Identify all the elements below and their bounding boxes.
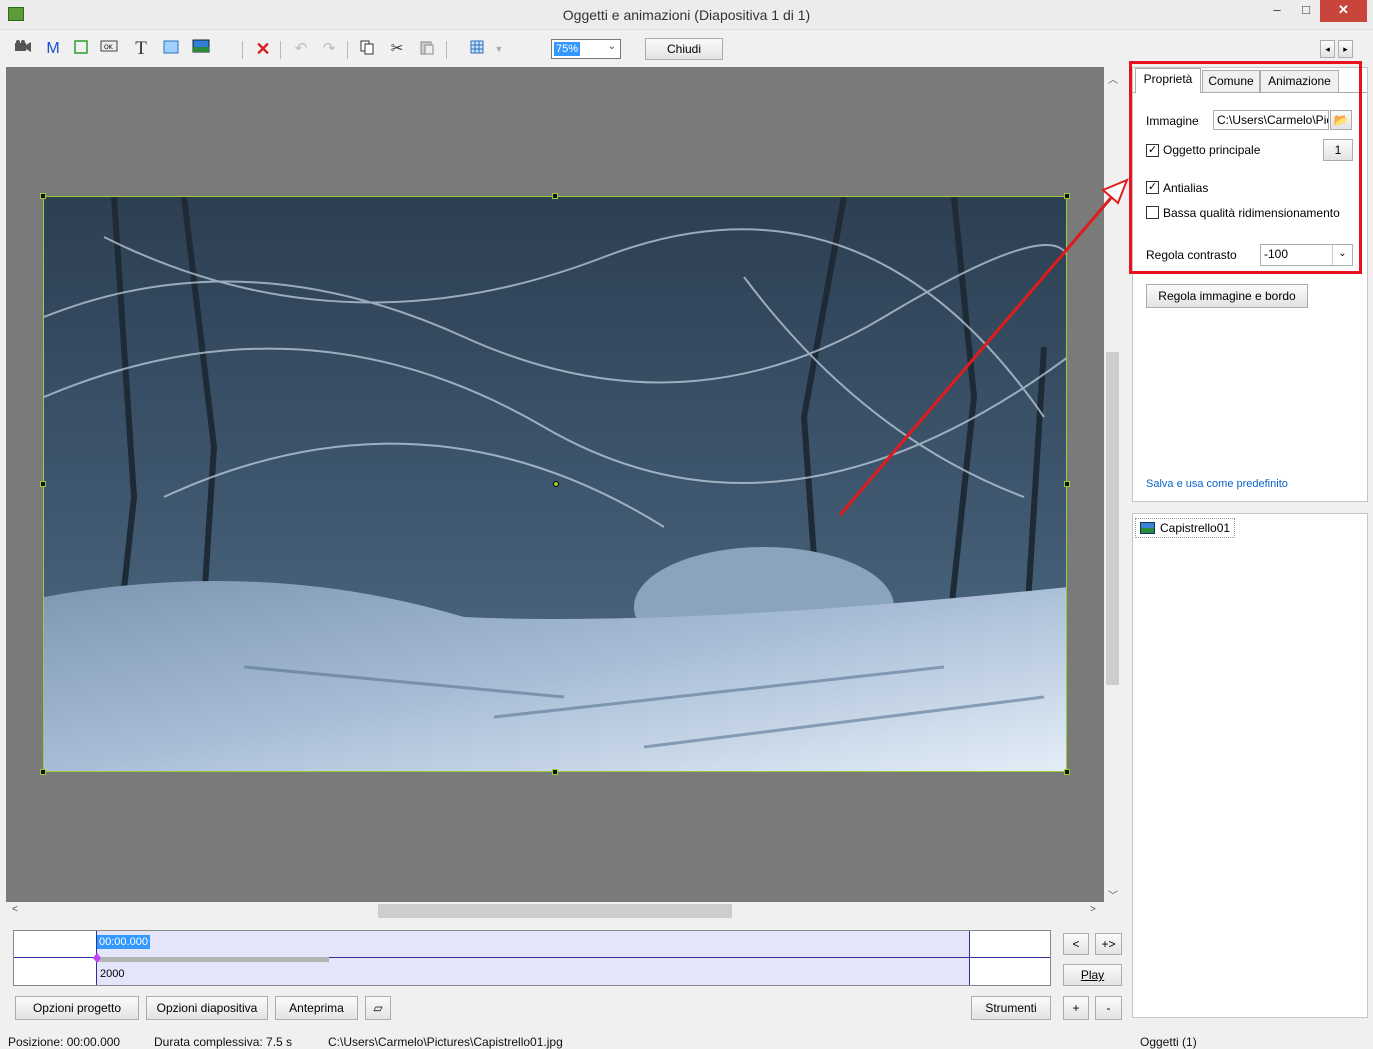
resize-handle[interactable]: [1064, 193, 1070, 199]
resize-handle[interactable]: [1064, 769, 1070, 775]
scroll-thumb[interactable]: [1106, 352, 1119, 685]
remove-button[interactable]: -: [1095, 996, 1122, 1020]
tab-properties[interactable]: Proprietà: [1135, 68, 1201, 93]
timeline[interactable]: 00:00.000 2000: [13, 930, 1051, 986]
image-icon[interactable]: [190, 39, 212, 59]
nav-next-button[interactable]: ▸: [1338, 40, 1353, 58]
timeline-expand-button[interactable]: +>: [1095, 933, 1122, 955]
project-options-button[interactable]: Opzioni progetto: [15, 996, 139, 1020]
resize-handle[interactable]: [40, 193, 46, 199]
button-icon[interactable]: OK: [98, 39, 120, 59]
timeline-value: 2000: [100, 968, 125, 980]
horizontal-scrollbar[interactable]: < >: [6, 902, 1104, 920]
nav-prev-button[interactable]: ◂: [1320, 40, 1335, 58]
close-window-button[interactable]: ✕: [1320, 0, 1367, 22]
mask-icon[interactable]: M: [42, 39, 64, 59]
slide-options-button[interactable]: Opzioni diapositiva: [146, 996, 268, 1020]
status-objects-count: Oggetti (1): [1140, 1035, 1197, 1049]
timeline-prev-button[interactable]: <: [1063, 933, 1089, 955]
tab-animation[interactable]: Animazione: [1260, 70, 1339, 92]
contrast-value: -100: [1264, 247, 1289, 261]
antialias-label: Antialias: [1163, 181, 1209, 195]
objects-list: Capistrello01: [1132, 513, 1368, 1018]
vertical-scrollbar[interactable]: ︿ ﹀: [1104, 67, 1121, 902]
chevron-down-icon: ⌄: [607, 41, 616, 52]
rectangle-icon[interactable]: [160, 39, 182, 59]
play-button[interactable]: Play: [1063, 964, 1122, 986]
properties-panel: Proprietà Comune Animazione Immagine C:\…: [1132, 67, 1368, 502]
object-name: Capistrello01: [1160, 521, 1231, 535]
adjust-image-border-button[interactable]: Regola immagine e bordo: [1146, 284, 1308, 308]
status-bar: Posizione: 00:00.000 Durata complessiva:…: [0, 1031, 1373, 1049]
frame-icon[interactable]: [70, 39, 92, 59]
scroll-thumb[interactable]: [378, 904, 732, 918]
main-object-checkbox[interactable]: ✓: [1146, 144, 1159, 157]
scroll-up-icon[interactable]: ︿: [1108, 71, 1118, 86]
contrast-select[interactable]: -100 ⌄: [1260, 244, 1353, 266]
zoom-value: 75%: [554, 42, 581, 56]
timeline-time: 00:00.000: [97, 935, 150, 949]
close-button[interactable]: Chiudi: [645, 38, 723, 60]
scroll-left-icon[interactable]: <: [12, 904, 18, 915]
maximize-button[interactable]: □: [1292, 0, 1320, 22]
minimize-button[interactable]: –: [1262, 0, 1292, 22]
resize-handle[interactable]: [552, 769, 558, 775]
antialias-checkbox[interactable]: ✓: [1146, 181, 1159, 194]
add-button[interactable]: +: [1063, 996, 1089, 1020]
timeline-progress: [97, 957, 329, 962]
chevron-down-icon: ⌄: [1332, 245, 1352, 265]
redo-icon[interactable]: ↷: [318, 39, 340, 59]
image-icon: [1140, 522, 1155, 534]
save-default-link[interactable]: Salva e usa come predefinito: [1146, 478, 1288, 490]
tab-common[interactable]: Comune: [1202, 70, 1260, 92]
screen-icon: ▱: [373, 1001, 383, 1015]
scroll-right-icon[interactable]: >: [1090, 904, 1096, 915]
scroll-down-icon[interactable]: ﹀: [1108, 887, 1118, 902]
low-quality-label: Bassa qualità ridimensionamento: [1163, 206, 1340, 220]
resize-handle[interactable]: [552, 193, 558, 199]
grid-icon[interactable]: [466, 39, 488, 59]
status-file-path: C:\Users\Carmelo\Pictures\Capistrello01.…: [328, 1035, 563, 1049]
zoom-select[interactable]: 75% ⌄: [551, 39, 621, 59]
undo-icon[interactable]: ↶: [290, 39, 312, 59]
paste-icon[interactable]: [416, 39, 438, 59]
open-folder-button[interactable]: 📂: [1330, 110, 1352, 130]
contrast-label: Regola contrasto: [1146, 248, 1237, 262]
copy-icon[interactable]: [356, 39, 378, 59]
camera-icon[interactable]: [12, 39, 34, 59]
delete-icon[interactable]: ✕: [252, 39, 274, 59]
svg-text:OK: OK: [104, 44, 114, 51]
resize-handle[interactable]: [40, 769, 46, 775]
center-handle[interactable]: [553, 481, 559, 487]
main-object-index[interactable]: 1: [1323, 139, 1353, 161]
low-quality-checkbox[interactable]: [1146, 206, 1159, 219]
list-item[interactable]: Capistrello01: [1135, 518, 1236, 538]
preview-button[interactable]: Anteprima: [275, 996, 358, 1020]
image-path-field[interactable]: C:\Users\Carmelo\Pictures\Capistrello01.…: [1213, 110, 1329, 130]
window-title: Oggetti e animazioni (Diapositiva 1 di 1…: [562, 7, 811, 23]
grid-dropdown-icon[interactable]: ▼: [488, 39, 510, 59]
status-position: Posizione: 00:00.000: [8, 1035, 121, 1049]
tools-button[interactable]: Strumenti: [971, 996, 1051, 1020]
screen-button[interactable]: ▱: [365, 996, 391, 1020]
resize-handle[interactable]: [1064, 481, 1070, 487]
folder-icon: 📂: [1333, 113, 1349, 127]
resize-handle[interactable]: [40, 481, 46, 487]
image-label: Immagine: [1146, 114, 1199, 128]
cut-icon[interactable]: ✂: [386, 39, 408, 59]
main-object-label: Oggetto principale: [1163, 143, 1261, 157]
status-duration: Durata complessiva: 7.5 s: [154, 1035, 293, 1049]
title-bar: Oggetti e animazioni (Diapositiva 1 di 1…: [0, 0, 1373, 30]
text-icon[interactable]: T: [130, 39, 152, 59]
